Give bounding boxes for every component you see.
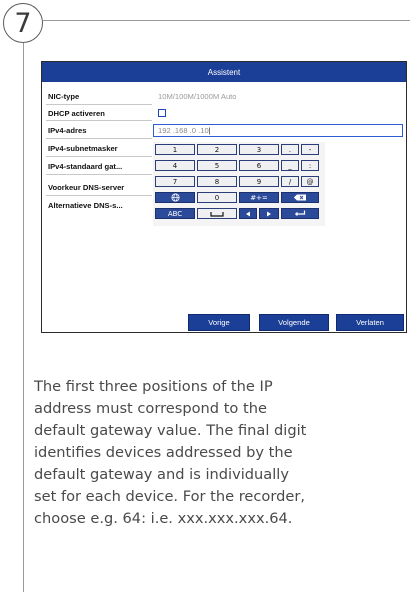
dhcp-label: DHCP activeren	[48, 109, 105, 118]
text-caret: |	[208, 126, 211, 135]
row-divider	[46, 104, 152, 105]
next-button[interactable]: Volgende	[259, 314, 329, 331]
globe-icon	[170, 193, 180, 202]
key-2[interactable]: 2	[197, 144, 237, 155]
key-0[interactable]: 0	[197, 192, 237, 203]
key-1[interactable]: 1	[155, 144, 195, 155]
row-divider	[46, 138, 152, 139]
arrow-left-icon	[246, 211, 250, 216]
previous-button[interactable]: Vorige	[188, 314, 250, 331]
space-icon	[210, 211, 224, 217]
window-title: Assistent	[42, 62, 406, 82]
ipv4-address-value: 192 .168 .0 .10	[158, 126, 209, 135]
onscreen-keyboard: 1 2 3 . - 4 5 6 _ : 7 8 9 / @ 0 #+= ABC	[153, 142, 325, 226]
backspace-icon	[293, 194, 306, 201]
key-dash[interactable]: -	[301, 144, 319, 155]
ipv4-address-input[interactable]: 192 .168 .0 .10|	[153, 124, 403, 137]
side-divider	[23, 43, 24, 592]
key-colon[interactable]: :	[301, 160, 319, 171]
nic-type-value: 10M/100M/1000M Auto	[158, 92, 237, 101]
key-at[interactable]: @	[301, 176, 319, 187]
enter-icon	[294, 210, 306, 217]
key-dot[interactable]: .	[281, 144, 299, 155]
step-divider	[43, 20, 410, 21]
ipv4-address-label: IPv4-adres	[48, 126, 87, 135]
key-8[interactable]: 8	[197, 176, 237, 187]
right-arrow-key[interactable]	[259, 208, 279, 219]
enter-key[interactable]	[281, 208, 319, 219]
key-4[interactable]: 4	[155, 160, 195, 171]
space-key[interactable]	[197, 208, 237, 219]
key-3[interactable]: 3	[239, 144, 279, 155]
key-underscore[interactable]: _	[281, 160, 299, 171]
exit-button[interactable]: Verlaten	[336, 314, 404, 331]
key-7[interactable]: 7	[155, 176, 195, 187]
key-6[interactable]: 6	[239, 160, 279, 171]
row-divider	[46, 174, 152, 175]
abc-key[interactable]: ABC	[155, 208, 195, 219]
key-5[interactable]: 5	[197, 160, 237, 171]
arrow-right-icon	[267, 211, 271, 216]
assistant-window: Assistent NIC-type 10M/100M/1000M Auto D…	[41, 61, 407, 333]
dns-preferred-label[interactable]: Voorkeur DNS-server	[48, 183, 124, 192]
symbols-key[interactable]: #+=	[239, 192, 279, 203]
left-arrow-key[interactable]	[239, 208, 257, 219]
ipv4-gateway-label[interactable]: IPv4-standaard gat...	[48, 162, 122, 171]
dhcp-checkbox[interactable]	[158, 109, 166, 117]
step-description: The first three positions of the IP addr…	[34, 378, 307, 527]
row-divider	[46, 156, 152, 157]
step-number: 7	[3, 3, 43, 43]
ipv4-subnet-label[interactable]: IPv4-subnetmasker	[48, 144, 118, 153]
backspace-key[interactable]	[281, 192, 319, 203]
row-divider	[46, 195, 152, 196]
key-slash[interactable]: /	[281, 176, 299, 187]
dns-alternate-label[interactable]: Alternatieve DNS-s...	[48, 201, 123, 210]
key-9[interactable]: 9	[239, 176, 279, 187]
nic-type-label: NIC-type	[48, 92, 80, 101]
row-divider	[46, 120, 152, 121]
globe-key[interactable]	[155, 192, 195, 203]
